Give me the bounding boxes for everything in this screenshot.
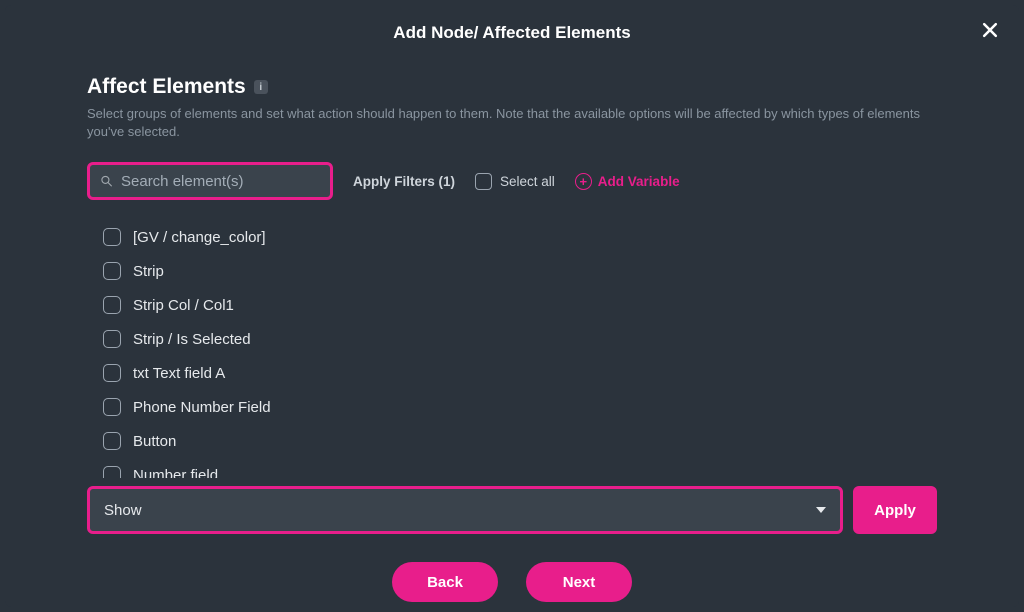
select-all-checkbox[interactable] xyxy=(475,173,492,190)
list-item[interactable]: [GV / change_color] xyxy=(101,220,931,254)
list-item-label: txt Text field A xyxy=(133,365,225,382)
list-item-label: Strip / Is Selected xyxy=(133,331,251,348)
section-header: Affect Elements i xyxy=(87,75,937,99)
plus-circle-icon: + xyxy=(575,173,592,190)
search-icon xyxy=(100,173,113,189)
list-item-checkbox[interactable] xyxy=(103,398,121,416)
list-item-label: Phone Number Field xyxy=(133,399,271,416)
modal: Add Node/ Affected Elements Affect Eleme… xyxy=(5,5,1019,607)
apply-button[interactable]: Apply xyxy=(853,486,937,534)
element-list-container: [GV / change_color] Strip Strip Col / Col1… xyxy=(87,216,937,478)
list-item-checkbox[interactable] xyxy=(103,364,121,382)
list-item[interactable]: txt Text field A xyxy=(101,356,931,390)
list-item-checkbox[interactable] xyxy=(103,330,121,348)
back-button[interactable]: Back xyxy=(392,562,498,602)
filter-row: Apply Filters (1) Select all + Add Varia… xyxy=(87,162,937,200)
list-item[interactable]: Button xyxy=(101,424,931,458)
info-icon[interactable]: i xyxy=(254,80,268,94)
content-area: Affect Elements i Select groups of eleme… xyxy=(5,61,1019,583)
close-icon xyxy=(980,20,1000,40)
section-description: Select groups of elements and set what a… xyxy=(87,105,937,140)
list-item-checkbox[interactable] xyxy=(103,466,121,478)
action-select[interactable]: Show xyxy=(87,486,843,534)
add-variable-button[interactable]: + Add Variable xyxy=(575,173,680,190)
list-item-label: [GV / change_color] xyxy=(133,229,266,246)
action-select-value: Show xyxy=(104,502,142,519)
list-item-label: Strip xyxy=(133,263,164,280)
select-all-label: Select all xyxy=(500,174,555,189)
search-box[interactable] xyxy=(87,162,333,200)
list-item[interactable]: Number field xyxy=(101,458,931,478)
next-button[interactable]: Next xyxy=(526,562,632,602)
list-item-checkbox[interactable] xyxy=(103,432,121,450)
modal-title: Add Node/ Affected Elements xyxy=(393,23,630,43)
add-variable-label: Add Variable xyxy=(598,174,680,189)
chevron-down-icon xyxy=(816,507,826,513)
list-item-checkbox[interactable] xyxy=(103,296,121,314)
list-item-label: Button xyxy=(133,433,176,450)
list-item[interactable]: Phone Number Field xyxy=(101,390,931,424)
element-list[interactable]: [GV / change_color] Strip Strip Col / Col1… xyxy=(87,216,937,478)
list-item[interactable]: Strip xyxy=(101,254,931,288)
list-item[interactable]: Strip Col / Col1 xyxy=(101,288,931,322)
list-item-checkbox[interactable] xyxy=(103,228,121,246)
list-item-label: Number field xyxy=(133,467,218,479)
apply-filters-link[interactable]: Apply Filters (1) xyxy=(353,174,455,189)
search-input[interactable] xyxy=(121,173,320,190)
section-title: Affect Elements xyxy=(87,75,246,99)
nav-row: Back Next xyxy=(87,562,937,602)
close-button[interactable] xyxy=(973,13,1007,47)
select-all-toggle[interactable]: Select all xyxy=(475,173,555,190)
list-item-checkbox[interactable] xyxy=(103,262,121,280)
action-row: Show Apply xyxy=(87,486,937,534)
title-bar: Add Node/ Affected Elements xyxy=(5,5,1019,61)
list-item-label: Strip Col / Col1 xyxy=(133,297,234,314)
list-item[interactable]: Strip / Is Selected xyxy=(101,322,931,356)
